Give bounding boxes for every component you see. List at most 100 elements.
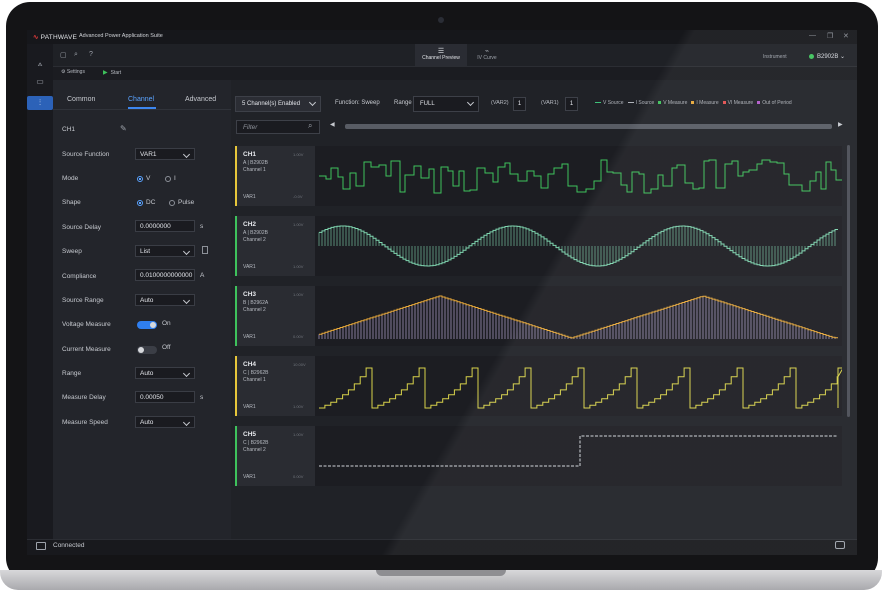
tab-channel-preview[interactable]: ☰ Channel Preview: [415, 44, 467, 66]
channel-sub-label: Channel 2: [243, 447, 266, 453]
channel-axis-bottom-label: 1.00V: [293, 264, 304, 269]
compliance-input[interactable]: 0.0100000000000: [135, 269, 195, 281]
legend-item: VI Measure: [722, 100, 753, 106]
var2-input[interactable]: 1: [513, 97, 526, 111]
tab-common[interactable]: Common: [67, 96, 95, 103]
waveform-svg: [319, 159, 842, 194]
range-control-select[interactable]: FULL: [413, 96, 479, 112]
channel-name: CH1: [62, 126, 76, 133]
legend-label: V Measure: [663, 100, 688, 106]
channel-axis-top-label: 1.00V: [293, 432, 304, 437]
settings-button[interactable]: ⚙ Settings: [61, 69, 85, 75]
icon-rail: [27, 44, 53, 539]
edit-icon[interactable]: ✎: [120, 124, 127, 133]
instrument-value: B2902B: [817, 54, 839, 60]
compliance-label: Compliance: [62, 273, 97, 280]
tab-advanced[interactable]: Advanced: [185, 96, 216, 103]
function-label: Function: Sweep: [335, 100, 380, 106]
sweep-select[interactable]: List: [135, 245, 195, 257]
legend-swatch: [722, 101, 726, 105]
current-measure-state: Off: [162, 344, 171, 351]
range-control-label: Range: [394, 100, 412, 106]
mode-v-label: V: [146, 175, 151, 182]
channel-waveform-plot: [315, 286, 842, 346]
compliance-unit: A: [200, 272, 205, 279]
current-measure-label: Current Measure: [62, 346, 111, 353]
instrument-select[interactable]: B2902B ⌄: [817, 53, 845, 60]
range-select[interactable]: Auto: [135, 367, 195, 379]
channel-var-label: VAR1: [243, 334, 256, 340]
legend-swatch: [691, 101, 695, 105]
legend-item: I Measure: [691, 100, 719, 106]
legend-swatch: [595, 101, 601, 104]
source-range-select[interactable]: Auto: [135, 294, 195, 306]
camera: [438, 17, 444, 23]
minimize-button[interactable]: —: [809, 32, 816, 39]
sliders-icon: ☰: [437, 48, 445, 55]
maximize-button[interactable]: ❐: [827, 32, 833, 40]
instrument-label: Instrument: [763, 54, 787, 60]
channels-enabled-select[interactable]: 5 Channel(s) Enabled: [235, 96, 321, 112]
tab-channel[interactable]: Channel: [128, 96, 154, 103]
channel-waveform-plot: [315, 146, 842, 206]
scroll-right-arrow[interactable]: ▶: [838, 121, 843, 128]
shape-pulse-radio[interactable]: [169, 200, 175, 206]
current-measure-toggle[interactable]: [137, 346, 157, 354]
channel-sub-label: Channel 1: [243, 167, 266, 173]
channel-axis-top-label: 10.00V: [293, 362, 306, 367]
channel-instrument-label: C | B2962B: [243, 440, 269, 446]
open-icon[interactable]: ⌕: [74, 51, 78, 59]
new-icon[interactable]: ▢: [60, 51, 67, 59]
source-function-select[interactable]: VAR1: [135, 148, 195, 160]
device-nav-icon[interactable]: ▭: [33, 75, 47, 89]
voltage-measure-state: On: [162, 320, 171, 327]
instrument-status-dot: [809, 54, 814, 59]
sweep-nav-icon[interactable]: ⫶: [27, 96, 53, 110]
help-icon[interactable]: ?: [89, 51, 93, 58]
gear-icon: ⚙: [61, 69, 66, 75]
legend-label: V Source: [603, 100, 624, 106]
mode-label: Mode: [62, 175, 79, 182]
close-button[interactable]: ✕: [843, 32, 849, 40]
source-range-label: Source Range: [62, 297, 104, 304]
legend-swatch: [658, 101, 662, 105]
scroll-left-arrow[interactable]: ◀: [330, 121, 335, 128]
vertical-scrollbar[interactable]: [847, 145, 850, 417]
channel-row-ch2[interactable]: CH2 A | B2902B Channel 2 VAR1 1.00V 1.00V: [235, 216, 842, 276]
channel-var-label: VAR1: [243, 194, 256, 200]
app-logo: ∿ PATHWAVE: [33, 34, 78, 41]
list-editor-icon[interactable]: [202, 246, 208, 254]
channel-instrument-label: B | B2962A: [243, 300, 269, 306]
tab-channel-preview-label: Channel Preview: [422, 55, 460, 61]
channel-axis-bottom-label: -0.0V: [293, 194, 303, 199]
start-button[interactable]: ▶ Start: [103, 69, 121, 76]
var1-input[interactable]: 1: [565, 97, 578, 111]
chart-nav-icon[interactable]: ⟑: [33, 57, 47, 71]
measure-speed-label: Measure Speed: [62, 419, 108, 426]
message-icon[interactable]: [835, 541, 845, 549]
channel-color-bar: [235, 426, 237, 486]
mode-v-radio[interactable]: [137, 176, 143, 182]
mode-i-radio[interactable]: [165, 176, 171, 182]
channel-row-ch4[interactable]: CH4 C | B2962B Channel 1 VAR1 10.00V 1.00V: [235, 356, 842, 416]
channel-row-ch1[interactable]: CH1 A | B2902B Channel 1 VAR1 1.00V -0.0V: [235, 146, 842, 206]
waveform-svg: [319, 435, 838, 467]
channel-row-ch3[interactable]: CH3 B | B2962A Channel 2 VAR1 1.00V 0.00V: [235, 286, 842, 346]
shape-dc-label: DC: [146, 199, 156, 206]
channel-sub-label: Channel 1: [243, 377, 266, 383]
connection-icon: [36, 542, 46, 550]
channel-var-label: VAR1: [243, 404, 256, 410]
voltage-measure-toggle[interactable]: [137, 321, 157, 329]
measure-speed-select[interactable]: Auto: [135, 416, 195, 428]
channel-axis-bottom-label: 1.00V: [293, 404, 304, 409]
horizontal-scrollbar[interactable]: [345, 124, 832, 129]
shape-dc-radio[interactable]: [137, 200, 143, 206]
channel-var-label: VAR1: [243, 474, 256, 480]
measure-delay-input[interactable]: 0.00050: [135, 391, 195, 403]
tab-iv-curve[interactable]: ⌁ IV Curve: [467, 44, 507, 66]
channel-row-ch5[interactable]: CH5 C | B2962B Channel 2 VAR1 1.00V 0.00V: [235, 426, 842, 486]
legend-item: V Source: [595, 100, 624, 106]
source-delay-input[interactable]: 0.0000000: [135, 220, 195, 232]
var1-label: (VAR1): [541, 100, 559, 106]
source-delay-unit: s: [200, 223, 204, 230]
